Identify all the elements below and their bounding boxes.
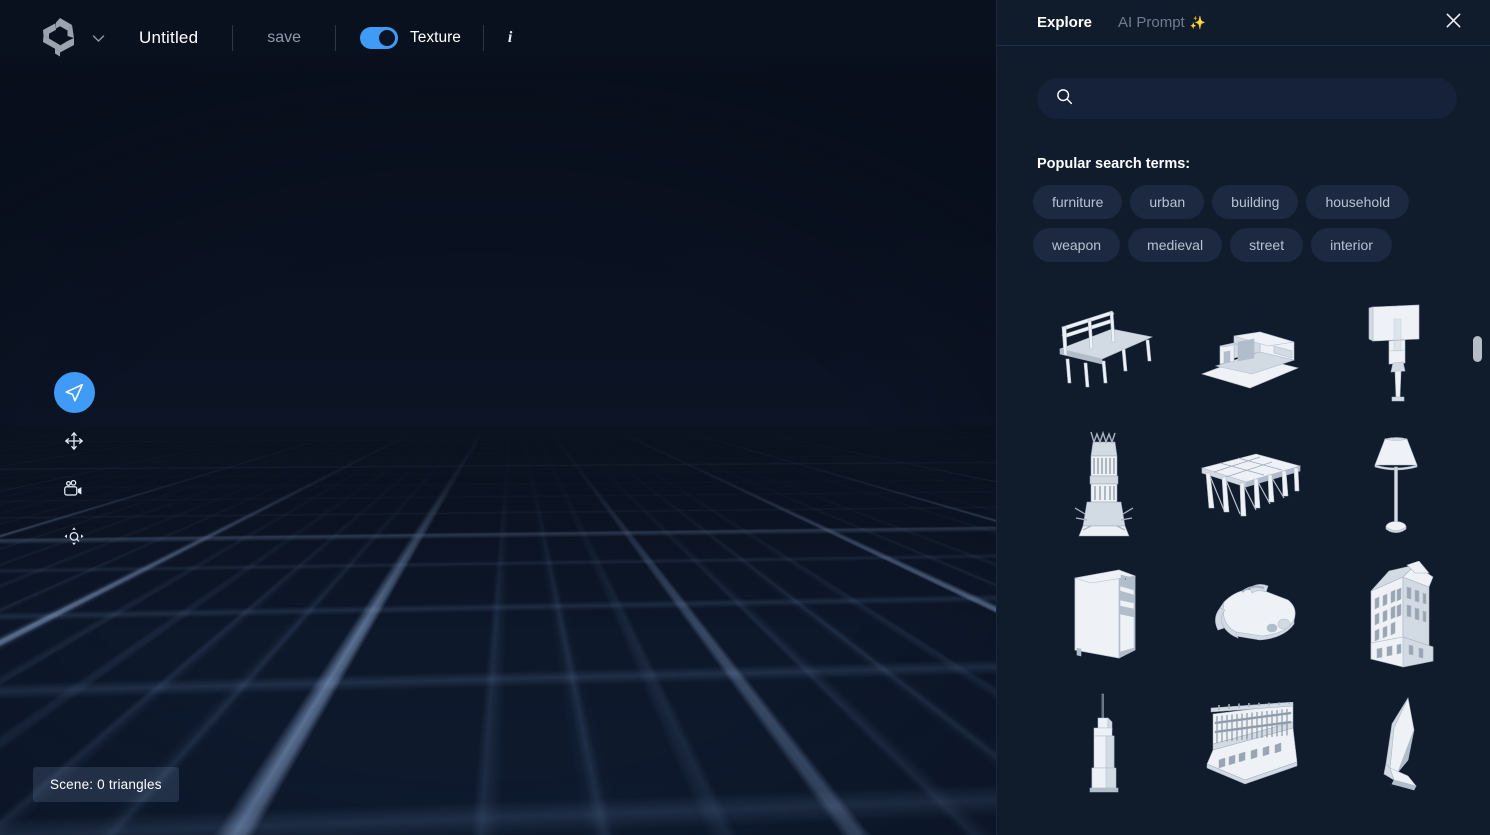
vr-headset-thumbnail <box>1198 578 1302 652</box>
asset-card[interactable] <box>1325 290 1467 420</box>
popular-search-title: Popular search terms: <box>1037 156 1191 172</box>
asset-card[interactable] <box>1179 680 1321 810</box>
search-tag[interactable]: building <box>1212 185 1299 219</box>
stage-platform-table-thumbnail <box>1196 446 1304 524</box>
popular-search-tags: furniture urban building household weapon med… <box>1033 185 1461 262</box>
3d-viewport[interactable] <box>0 0 996 835</box>
zoom-fit-tool[interactable] <box>54 517 94 557</box>
search-icon <box>1055 87 1074 111</box>
toggle-knob <box>379 30 396 46</box>
asset-card[interactable] <box>1325 420 1467 550</box>
viewport-tool-rail <box>52 372 96 557</box>
classical-facade-thumbnail <box>1197 702 1303 788</box>
asset-card[interactable] <box>1033 550 1175 680</box>
texture-label: Texture <box>410 29 461 46</box>
asset-card[interactable] <box>1033 420 1175 550</box>
close-panel-button[interactable] <box>1438 8 1468 38</box>
search-input[interactable] <box>1084 90 1439 107</box>
close-icon <box>1444 11 1463 35</box>
search-tag[interactable]: household <box>1306 185 1410 219</box>
chevron-down-icon <box>92 34 105 43</box>
pc-tower-case-thumbnail <box>1063 564 1145 666</box>
app-logo-menu[interactable] <box>36 16 105 60</box>
floor-lamp-thumbnail <box>1365 431 1427 539</box>
panel-scrollbar-thumb[interactable] <box>1473 336 1482 362</box>
search-tag[interactable]: street <box>1230 228 1304 262</box>
asset-card[interactable] <box>1033 290 1175 420</box>
panel-header: Explore AI Prompt ✨ <box>997 0 1490 46</box>
asset-card[interactable] <box>1179 290 1321 420</box>
panel-body: Popular search terms: furniture urban buil… <box>997 47 1490 835</box>
asset-browser-panel: Explore AI Prompt ✨ Popular search terms… <box>996 0 1490 835</box>
search-box[interactable] <box>1037 78 1457 119</box>
camera-tool[interactable] <box>54 469 94 509</box>
move-tool[interactable] <box>54 421 94 461</box>
zoom-fit-icon <box>62 525 86 549</box>
skyscraper-thumbnail <box>1080 692 1128 798</box>
move-arrows-icon <box>63 430 85 452</box>
app-root: Untitled save Texture i Scene: 0 triangl… <box>0 0 1490 835</box>
sparkle-icon: ✨ <box>1189 14 1206 30</box>
billboard-sign-thumbnail <box>1361 301 1431 409</box>
tab-explore[interactable]: Explore <box>1037 14 1092 31</box>
asset-card[interactable] <box>1179 420 1321 550</box>
grid-lines <box>0 426 996 434</box>
search-tag[interactable]: furniture <box>1033 185 1123 219</box>
asset-card[interactable] <box>1325 550 1467 680</box>
townhouse-thumbnail <box>1355 561 1437 669</box>
document-title: Untitled <box>139 28 199 47</box>
search-tag[interactable]: urban <box>1130 185 1205 219</box>
tab-ai-prompt-label: AI Prompt <box>1118 14 1185 31</box>
navigate-tool[interactable] <box>53 372 95 413</box>
info-button[interactable]: i <box>484 29 536 47</box>
texture-toggle-group: Texture <box>336 27 483 49</box>
search-tag[interactable]: interior <box>1311 228 1392 262</box>
top-toolbar: Untitled save Texture i <box>0 0 996 76</box>
scene-status-badge: Scene: 0 triangles <box>33 767 179 802</box>
video-camera-icon <box>62 478 86 500</box>
texture-toggle[interactable] <box>360 27 399 49</box>
triskelion-logo-icon <box>36 16 84 60</box>
crystal-blade-thumbnail <box>1364 694 1428 796</box>
save-button[interactable]: save <box>233 29 335 47</box>
navigate-arrow-icon <box>63 382 85 404</box>
medieval-tower-thumbnail <box>1071 430 1137 540</box>
tab-ai-prompt[interactable]: AI Prompt ✨ <box>1118 14 1206 31</box>
asset-results-grid <box>1033 290 1467 810</box>
long-bench-thumbnail <box>1052 309 1156 401</box>
asset-card[interactable] <box>1179 550 1321 680</box>
asset-card[interactable] <box>1325 680 1467 810</box>
asset-card[interactable] <box>1033 680 1175 810</box>
search-tag[interactable]: medieval <box>1128 228 1223 262</box>
search-tag[interactable]: weapon <box>1033 228 1121 262</box>
warehouse-building-thumbnail <box>1198 316 1302 394</box>
